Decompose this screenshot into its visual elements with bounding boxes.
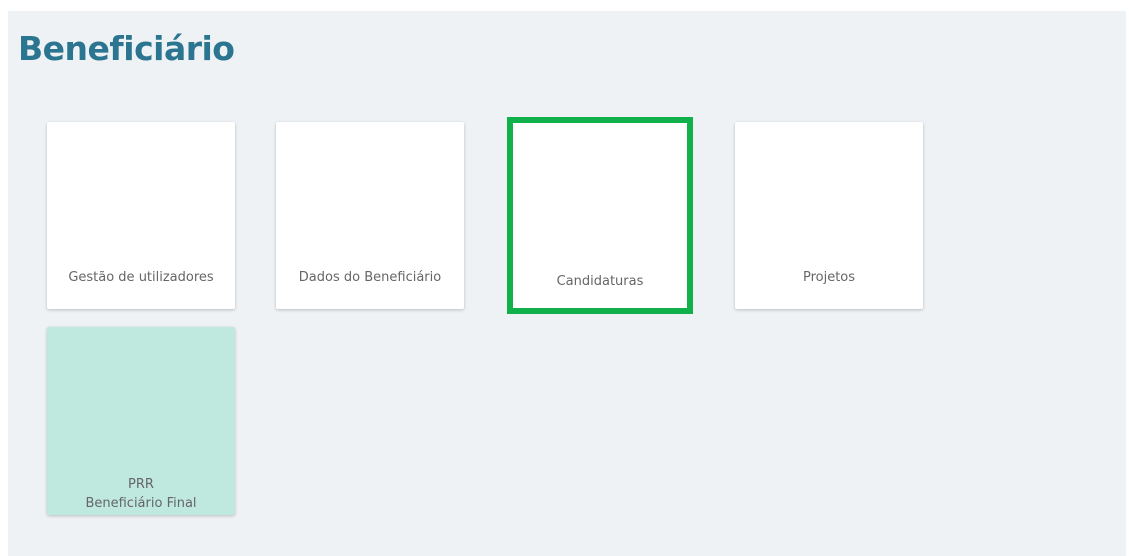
main-panel: Beneficiário Gestão de utilizadores Dado… (8, 11, 1126, 556)
page-title: Beneficiário (18, 29, 235, 68)
tile-label: Dados do Beneficiário (298, 270, 442, 285)
tile-label-line2: Beneficiário Final (85, 496, 197, 511)
tile-candidaturas[interactable]: Candidaturas (507, 117, 693, 314)
tile-dados-beneficiario[interactable]: Dados do Beneficiário (276, 122, 464, 309)
tile-label: Projetos (802, 270, 856, 285)
tile-gestao-utilizadores[interactable]: Gestão de utilizadores (47, 122, 235, 309)
tile-prr-beneficiario-final[interactable]: PRR Beneficiário Final (47, 327, 235, 515)
tile-label: Candidaturas (556, 274, 644, 289)
tile-projetos[interactable]: Projetos (735, 122, 923, 309)
tile-label: PRR Beneficiário Final (47, 475, 235, 513)
tile-label-line1: PRR (128, 477, 154, 492)
tile-label: Gestão de utilizadores (68, 270, 214, 285)
